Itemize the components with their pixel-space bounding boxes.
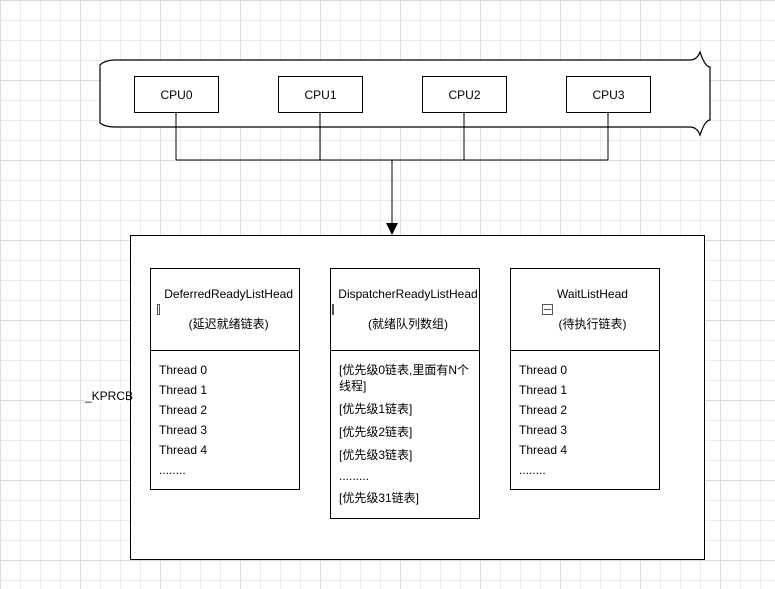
kprcb-label: _KPRCB xyxy=(85,389,127,403)
collapse-icon xyxy=(332,304,334,315)
deferred-list-header: DeferredReadyListHead (延迟就绪链表) xyxy=(151,269,299,351)
list-item: [优先级31链表] xyxy=(339,489,471,506)
list-item: Thread 2 xyxy=(159,403,291,417)
list-item: [优先级3链表] xyxy=(339,446,471,463)
cpu2-label: CPU2 xyxy=(448,88,480,102)
list-item: Thread 2 xyxy=(519,403,651,417)
cpu0-label: CPU0 xyxy=(160,88,192,102)
list-item: Thread 3 xyxy=(519,423,651,437)
cpu2-node: CPU2 xyxy=(422,76,507,113)
list-item: Thread 4 xyxy=(519,443,651,457)
deferred-title: DeferredReadyListHead xyxy=(164,287,293,301)
cpu3-label: CPU3 xyxy=(592,88,624,102)
dispatcher-list-header: DispatcherReadyListHead (就绪队列数组) xyxy=(331,269,479,351)
dispatcher-list: DispatcherReadyListHead (就绪队列数组) [优先级0链表… xyxy=(330,268,480,519)
list-item: Thread 4 xyxy=(159,443,291,457)
deferred-subtitle: (延迟就绪链表) xyxy=(164,315,293,332)
wait-title: WaitListHead xyxy=(557,287,628,301)
list-item: [优先级1链表] xyxy=(339,400,471,417)
wait-list-header: WaitListHead (待执行链表) xyxy=(511,269,659,351)
list-item: Thread 1 xyxy=(159,383,291,397)
list-item: Thread 3 xyxy=(159,423,291,437)
list-item: ......... xyxy=(339,469,471,483)
list-item: Thread 1 xyxy=(519,383,651,397)
wait-subtitle: (待执行链表) xyxy=(557,315,628,332)
cpu0-node: CPU0 xyxy=(134,76,219,113)
list-item: Thread 0 xyxy=(519,363,651,377)
dispatcher-title: DispatcherReadyListHead xyxy=(338,287,477,301)
collapse-icon xyxy=(157,304,160,315)
list-item: ........ xyxy=(519,463,651,477)
dispatcher-subtitle: (就绪队列数组) xyxy=(338,315,477,332)
deferred-list: DeferredReadyListHead (延迟就绪链表) Thread 0 … xyxy=(150,268,300,490)
list-item: [优先级2链表] xyxy=(339,423,471,440)
list-item: [优先级0链表,里面有N个线程] xyxy=(339,363,471,394)
cpu3-node: CPU3 xyxy=(566,76,651,113)
cpu1-node: CPU1 xyxy=(278,76,363,113)
cpu1-label: CPU1 xyxy=(304,88,336,102)
wait-list: WaitListHead (待执行链表) Thread 0 Thread 1 T… xyxy=(510,268,660,490)
list-item: ........ xyxy=(159,463,291,477)
list-item: Thread 0 xyxy=(159,363,291,377)
collapse-icon xyxy=(542,304,553,315)
